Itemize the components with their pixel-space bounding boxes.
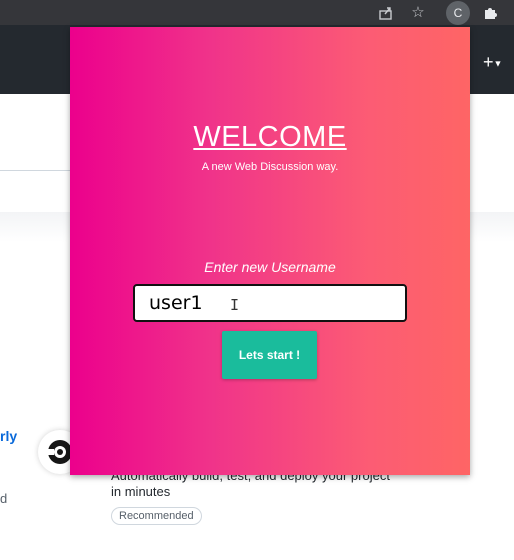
search-box: [0, 170, 79, 214]
popup-tagline: A new Web Discussion way.: [201, 161, 339, 173]
repo-link[interactable]: rly: [0, 428, 17, 444]
lets-start-button[interactable]: Lets start !: [222, 331, 317, 379]
popup-title: WELCOME: [193, 121, 347, 153]
text-fragment: d: [0, 491, 8, 506]
username-input[interactable]: [133, 284, 407, 322]
text-cursor-icon: I: [230, 296, 240, 314]
chevron-down-icon: ▼: [493, 58, 503, 69]
status-badge: Recommended: [111, 507, 202, 525]
share-icon[interactable]: [375, 2, 397, 24]
puzzle-icon[interactable]: [479, 2, 501, 24]
profile-avatar[interactable]: C: [446, 1, 470, 25]
username-prompt: Enter new Username: [204, 259, 336, 275]
plus-icon: +: [483, 52, 494, 72]
browser-toolbar: ☆ C: [0, 0, 514, 25]
star-icon[interactable]: ☆: [407, 2, 429, 24]
create-new-menu[interactable]: +▼: [483, 52, 502, 73]
welcome-popup: WELCOME A new Web Discussion way. Enter …: [70, 27, 470, 475]
